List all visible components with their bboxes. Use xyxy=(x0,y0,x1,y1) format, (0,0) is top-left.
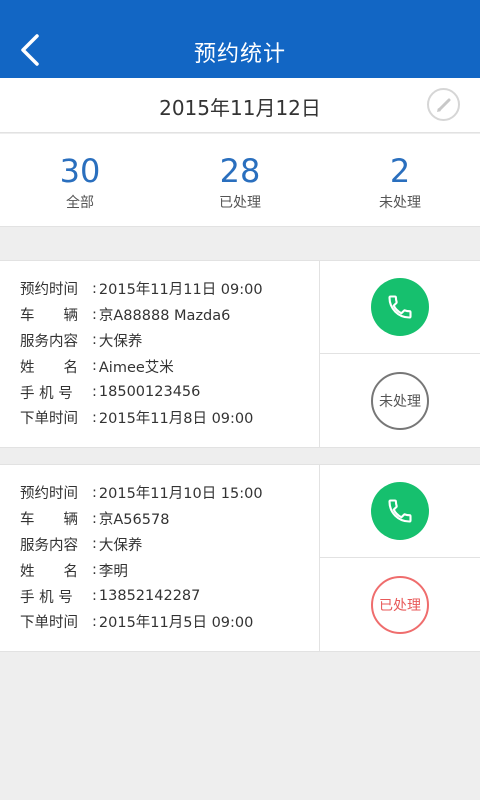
stat-count: 30 xyxy=(59,152,101,190)
appointment-time-row: 预约时间:2015年11月10日 15:00 xyxy=(20,480,319,506)
call-cell xyxy=(320,261,480,354)
pencil-icon xyxy=(436,98,450,112)
appointment-time-row: 预约时间:2015年11月11日 09:00 xyxy=(20,276,319,302)
service-row: 服务内容: 大保养 xyxy=(20,328,319,354)
field-label: 车 辆 xyxy=(20,512,78,529)
field-label: 姓 名 xyxy=(20,563,78,580)
appointment-details: 预约时间:2015年11月10日 15:00 车 辆: 京A56578 服务内容:… xyxy=(0,465,320,651)
vehicle-value: 京A56578 xyxy=(98,512,170,529)
call-button[interactable] xyxy=(371,278,429,336)
customer-name: Aimee艾米 xyxy=(98,359,174,376)
appointment-time: 2015年11月11日 09:00 xyxy=(98,282,263,299)
customer-name-row: 姓 名: 李明 xyxy=(20,557,319,583)
appointment-time: 2015年11月10日 15:00 xyxy=(98,486,263,503)
vehicle-row: 车 辆: 京A88888 Mazda6 xyxy=(20,302,319,328)
card-actions: 未处理 xyxy=(320,261,480,447)
order-time: 2015年11月8日 09:00 xyxy=(98,411,254,428)
order-time-row: 下单时间:2015年11月5日 09:00 xyxy=(20,609,319,635)
phone-icon xyxy=(388,499,412,523)
stats-bar: 30 全部 28 已处理 2 未处理 xyxy=(0,134,480,227)
field-label: 车 辆 xyxy=(20,308,78,325)
field-label: 预约时间 xyxy=(20,282,78,299)
field-label: 姓 名 xyxy=(20,359,78,376)
status-badge[interactable]: 已处理 xyxy=(371,575,429,634)
status-cell: 已处理 xyxy=(320,558,480,651)
service-row: 服务内容: 大保养 xyxy=(20,532,319,558)
call-button[interactable] xyxy=(371,482,429,540)
date-row: 2015年11月12日 xyxy=(0,78,480,133)
phone-number: 18500123456 xyxy=(98,384,201,401)
selected-date: 2015年11月12日 xyxy=(159,96,321,120)
phone-icon xyxy=(388,295,412,319)
stat-label: 已处理 xyxy=(219,195,261,211)
vehicle-row: 车 辆: 京A56578 xyxy=(20,506,319,532)
service-value: 大保养 xyxy=(98,537,143,554)
navbar: 预约统计 xyxy=(0,0,480,78)
field-label: 服务内容 xyxy=(20,333,78,350)
order-time: 2015年11月5日 09:00 xyxy=(98,615,254,632)
card-actions: 已处理 xyxy=(320,465,480,651)
appointment-card: 预约时间:2015年11月11日 09:00 车 辆: 京A88888 Mazda… xyxy=(0,260,480,448)
appointment-card: 预约时间:2015年11月10日 15:00 车 辆: 京A56578 服务内容:… xyxy=(0,464,480,652)
appointment-details: 预约时间:2015年11月11日 09:00 车 辆: 京A88888 Mazda… xyxy=(0,261,320,447)
phone-number: 13852142287 xyxy=(98,588,201,605)
vehicle-value: 京A88888 Mazda6 xyxy=(98,308,231,325)
page-title: 预约统计 xyxy=(193,42,286,67)
field-label: 手 机 号 xyxy=(20,589,73,606)
phone-row: 手 机 号:18500123456 xyxy=(20,379,319,405)
stat-unprocessed[interactable]: 2 未处理 xyxy=(320,134,480,226)
call-cell xyxy=(320,465,480,558)
stat-count: 2 xyxy=(389,152,411,190)
status-cell: 未处理 xyxy=(320,354,480,447)
field-label: 预约时间 xyxy=(20,486,78,503)
status-badge[interactable]: 未处理 xyxy=(371,371,429,430)
customer-name-row: 姓 名: Aimee艾米 xyxy=(20,353,319,379)
phone-row: 手 机 号:13852142287 xyxy=(20,583,319,609)
field-label: 手 机 号 xyxy=(20,385,73,402)
stat-count: 28 xyxy=(219,152,261,190)
stat-processed[interactable]: 28 已处理 xyxy=(160,134,320,226)
service-value: 大保养 xyxy=(98,333,143,350)
field-label: 服务内容 xyxy=(20,537,78,554)
customer-name: 李明 xyxy=(98,563,128,580)
order-time-row: 下单时间:2015年11月8日 09:00 xyxy=(20,405,319,431)
stat-label: 未处理 xyxy=(379,195,421,211)
field-label: 下单时间 xyxy=(20,411,78,428)
field-label: 下单时间 xyxy=(20,615,78,632)
stat-label: 全部 xyxy=(66,195,94,211)
edit-date-button[interactable] xyxy=(427,88,460,121)
stat-all[interactable]: 30 全部 xyxy=(0,134,160,226)
